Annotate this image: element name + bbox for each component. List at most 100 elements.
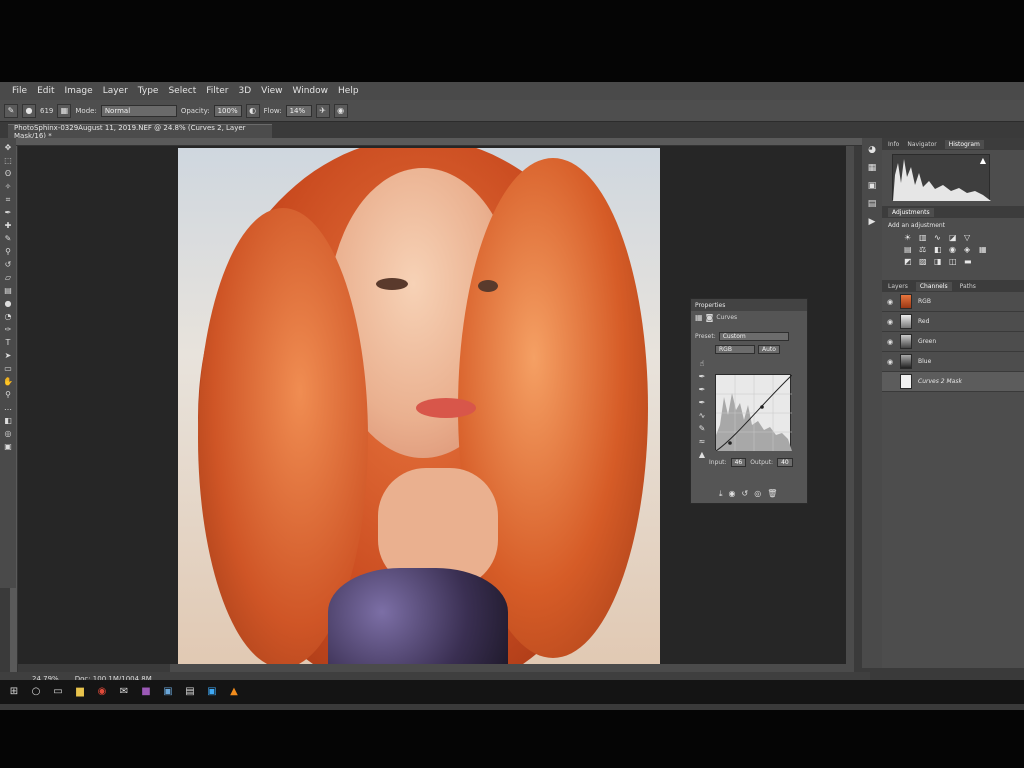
eye-icon[interactable]: ◉ — [886, 358, 894, 366]
clipping-warning-icon[interactable]: ▲ — [697, 450, 707, 460]
tab-info[interactable]: Info — [888, 141, 899, 148]
channel-red[interactable]: ◉ Red — [882, 312, 1024, 332]
brush-settings-icon[interactable]: ▦ — [57, 103, 72, 118]
screen-mode-icon[interactable]: ▣ — [2, 441, 14, 452]
vlc-icon[interactable]: ▲ — [228, 686, 240, 698]
pressure-opacity-icon[interactable]: ◐ — [245, 103, 260, 118]
chrome-icon[interactable]: ◉ — [96, 686, 108, 698]
quick-mask-icon[interactable]: ◎ — [2, 428, 14, 439]
color-panel-icon[interactable]: ◕ — [866, 144, 878, 156]
opacity-field[interactable]: 100% — [213, 104, 242, 117]
eye-icon[interactable]: ◉ — [886, 338, 894, 346]
invert-icon[interactable]: ◩ — [904, 257, 916, 266]
clip-to-layer-icon[interactable]: ⤓ — [719, 489, 723, 499]
swatches-panel-icon[interactable]: ▦ — [866, 162, 878, 174]
menu-window[interactable]: Window — [293, 86, 329, 96]
move-tool-icon[interactable]: ✥ — [2, 142, 14, 153]
styles-panel-icon[interactable]: ▣ — [866, 180, 878, 192]
vibrance-icon[interactable]: ▽ — [964, 233, 976, 242]
view-previous-icon[interactable]: ◉ — [729, 489, 736, 499]
channel-curves-mask[interactable]: Curves 2 Mask — [882, 372, 1024, 392]
vertical-scrollbar[interactable] — [846, 146, 854, 664]
properties-header[interactable]: Properties — [691, 299, 807, 311]
menu-view[interactable]: View — [261, 86, 282, 96]
output-field[interactable]: 40 — [777, 458, 793, 467]
threshold-icon[interactable]: ◨ — [934, 257, 946, 266]
menu-file[interactable]: File — [12, 86, 27, 96]
input-field[interactable]: 46 — [730, 458, 747, 467]
channel-blue[interactable]: ◉ Blue — [882, 352, 1024, 372]
menu-select[interactable]: Select — [168, 86, 196, 96]
path-select-tool-icon[interactable]: ➤ — [2, 350, 14, 361]
lightroom-icon[interactable]: ▣ — [162, 686, 174, 698]
file-explorer-icon[interactable]: ▆ — [74, 686, 86, 698]
color-swatches-icon[interactable]: ◧ — [2, 415, 14, 426]
app-icon[interactable]: ▤ — [184, 686, 196, 698]
black-white-icon[interactable]: ◧ — [934, 245, 946, 254]
menu-layer[interactable]: Layer — [103, 86, 128, 96]
channel-green[interactable]: ◉ Green — [882, 332, 1024, 352]
actions-panel-icon[interactable]: ▶ — [866, 216, 878, 228]
selective-color-icon[interactable]: ◫ — [949, 257, 961, 266]
preset-select[interactable]: Custom — [718, 332, 789, 341]
airbrush-icon[interactable]: ✈ — [315, 103, 330, 118]
channel-mixer-icon[interactable]: ◈ — [964, 245, 976, 254]
windows-start-icon[interactable]: ⊞ — [8, 686, 20, 698]
brush-preset-picker[interactable]: ● — [22, 103, 36, 118]
hue-saturation-icon[interactable]: ▤ — [904, 245, 916, 254]
history-brush-tool-icon[interactable]: ↺ — [2, 259, 14, 270]
color-balance-icon[interactable]: ⚖ — [919, 245, 931, 254]
history-panel-icon[interactable]: ▤ — [866, 198, 878, 210]
app-icon[interactable]: ■ — [140, 686, 152, 698]
gray-point-eyedropper-icon[interactable]: ✒ — [697, 385, 707, 395]
eye-icon[interactable]: ◉ — [886, 298, 894, 306]
exposure-icon[interactable]: ◪ — [949, 233, 961, 242]
edit-points-icon[interactable]: ∿ — [697, 411, 707, 421]
tab-layers[interactable]: Layers — [888, 283, 908, 290]
curve-point[interactable] — [728, 441, 732, 445]
document-photo[interactable] — [178, 148, 660, 666]
eyedropper-tool-icon[interactable]: ✒ — [2, 207, 14, 218]
menu-filter[interactable]: Filter — [206, 86, 228, 96]
tab-adjustments[interactable]: Adjustments — [888, 207, 934, 217]
draw-curve-icon[interactable]: ✎ — [697, 424, 707, 434]
tab-navigator[interactable]: Navigator — [907, 141, 936, 148]
dodge-tool-icon[interactable]: ◔ — [2, 311, 14, 322]
brush-tool-icon[interactable]: ✎ — [4, 103, 18, 118]
channel-select[interactable]: RGB — [715, 345, 755, 354]
photoshop-icon[interactable]: ▣ — [206, 686, 218, 698]
photo-filter-icon[interactable]: ◉ — [949, 245, 961, 254]
tab-histogram[interactable]: Histogram — [944, 139, 984, 149]
clone-stamp-tool-icon[interactable]: ⚲ — [2, 246, 14, 257]
menu-edit[interactable]: Edit — [37, 86, 54, 96]
white-point-eyedropper-icon[interactable]: ✒ — [697, 398, 707, 408]
zoom-tool-icon[interactable]: ⚲ — [2, 389, 14, 400]
pressure-size-icon[interactable]: ◉ — [333, 103, 348, 118]
document-tab[interactable]: PhotoSphinx-0329August 11, 2019.NEF @ 24… — [8, 124, 272, 140]
blur-tool-icon[interactable]: ● — [2, 298, 14, 309]
flow-field[interactable]: 14% — [285, 104, 312, 117]
channel-rgb[interactable]: ◉ RGB — [882, 292, 1024, 312]
curves-graph[interactable] — [715, 374, 793, 452]
task-view-icon[interactable]: ▭ — [52, 686, 64, 698]
shape-tool-icon[interactable]: ▭ — [2, 363, 14, 374]
trash-icon[interactable]: 🗑 — [767, 489, 777, 499]
tab-paths[interactable]: Paths — [960, 283, 976, 290]
marquee-tool-icon[interactable]: ⬚ — [2, 155, 14, 166]
gradient-map-icon[interactable]: ▬ — [964, 257, 976, 266]
crop-tool-icon[interactable]: ⌗ — [2, 194, 14, 205]
brush-tool-icon[interactable]: ✎ — [2, 233, 14, 244]
target-adjust-icon[interactable]: ☝ — [697, 359, 707, 369]
reset-icon[interactable]: ↺ — [742, 489, 749, 499]
more-tools-icon[interactable]: … — [2, 402, 14, 413]
tab-channels[interactable]: Channels — [915, 281, 952, 291]
color-lookup-icon[interactable]: ▦ — [979, 245, 991, 254]
levels-icon[interactable]: ▥ — [919, 233, 931, 242]
gradient-tool-icon[interactable]: ▤ — [2, 285, 14, 296]
quick-select-tool-icon[interactable]: ✧ — [2, 181, 14, 192]
search-icon[interactable]: ○ — [30, 686, 42, 698]
lasso-tool-icon[interactable]: ʘ — [2, 168, 14, 179]
visibility-icon[interactable]: ◎ — [754, 489, 761, 499]
healing-tool-icon[interactable]: ✚ — [2, 220, 14, 231]
histogram-warning-icon[interactable]: ▲ — [980, 156, 986, 165]
